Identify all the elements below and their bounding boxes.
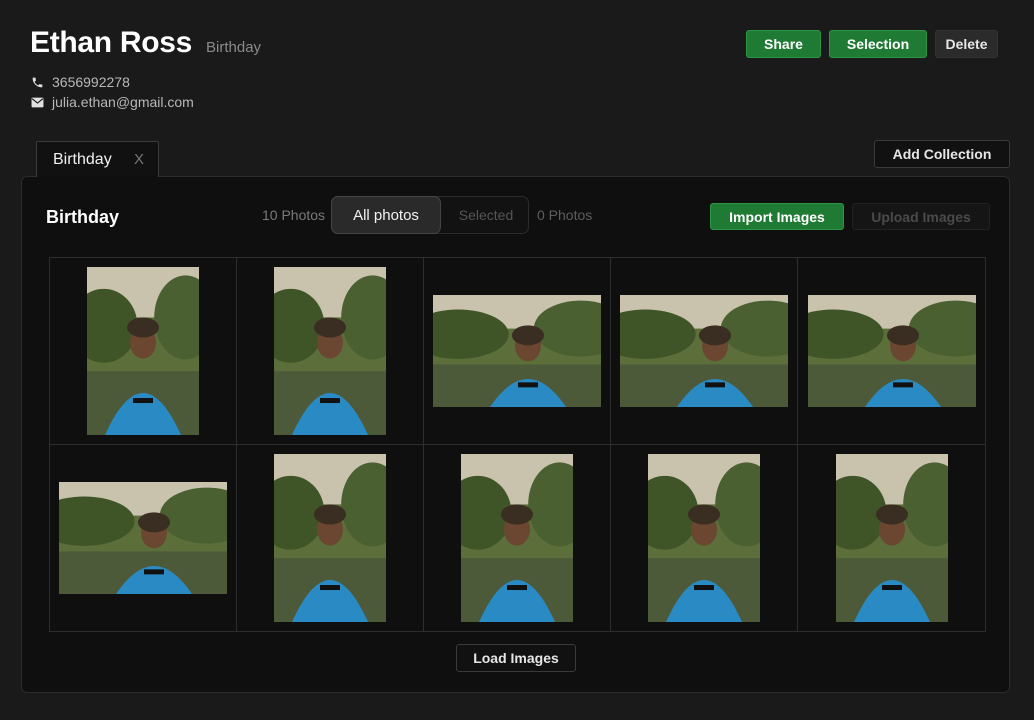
filter-all-photos[interactable]: All photos	[331, 196, 441, 234]
photo-cell[interactable]	[611, 258, 798, 445]
client-header: Ethan Ross Birthday 3656992278 julia.eth…	[30, 26, 261, 112]
phone-number: 3656992278	[52, 74, 130, 90]
photo-thumbnail[interactable]	[648, 453, 760, 622]
top-actions: Share Selection Delete	[746, 30, 998, 58]
delete-button[interactable]: Delete	[935, 30, 998, 58]
collection-title: Birthday	[46, 207, 120, 227]
import-images-button[interactable]: Import Images	[710, 203, 844, 230]
photos-count: 10 Photos	[262, 207, 326, 223]
photo-cell[interactable]	[611, 444, 798, 631]
photo-cell[interactable]	[237, 258, 424, 445]
photo-thumbnail[interactable]	[59, 481, 227, 594]
tab-label: Birthday	[53, 150, 112, 168]
photo-thumbnail[interactable]	[461, 453, 573, 622]
selection-button[interactable]: Selection	[829, 30, 927, 58]
photo-thumbnail[interactable]	[87, 266, 199, 435]
tab-birthday[interactable]: Birthday X	[36, 141, 159, 177]
photo-thumbnail[interactable]	[807, 294, 976, 407]
photo-thumbnail[interactable]	[620, 294, 788, 407]
photo-thumbnail[interactable]	[274, 453, 386, 622]
photo-cell[interactable]	[798, 258, 985, 445]
load-images-button[interactable]: Load Images	[456, 644, 576, 672]
share-button[interactable]: Share	[746, 30, 821, 58]
photo-cell[interactable]	[798, 445, 985, 632]
photo-cell[interactable]	[424, 258, 611, 445]
photo-cell[interactable]	[424, 444, 611, 631]
filter-selected[interactable]: Selected	[442, 197, 530, 233]
phone-icon	[30, 75, 44, 89]
client-name: Ethan Ross	[30, 26, 193, 59]
tab-close-icon[interactable]: X	[134, 151, 144, 168]
photo-thumbnail[interactable]	[433, 294, 601, 407]
photo-filter-toggle: All photos Selected	[331, 196, 529, 234]
collection-panel: Birthday 10 Photos All photos Selected 0…	[21, 176, 1010, 693]
email-address: julia.ethan@gmail.com	[52, 94, 194, 110]
contact-info: 3656992278 julia.ethan@gmail.com	[30, 72, 261, 112]
photo-cell[interactable]	[237, 444, 424, 631]
selected-count: 0 Photos	[537, 207, 593, 223]
photo-thumbnail[interactable]	[274, 266, 386, 435]
photo-thumbnail[interactable]	[835, 453, 948, 622]
add-collection-button[interactable]: Add Collection	[874, 140, 1010, 168]
photo-cell[interactable]	[50, 258, 237, 445]
photo-cell[interactable]	[50, 444, 237, 631]
event-subtitle: Birthday	[206, 39, 262, 56]
upload-images-button[interactable]: Upload Images	[852, 203, 990, 230]
photo-grid	[49, 257, 986, 632]
mail-icon	[30, 95, 44, 109]
